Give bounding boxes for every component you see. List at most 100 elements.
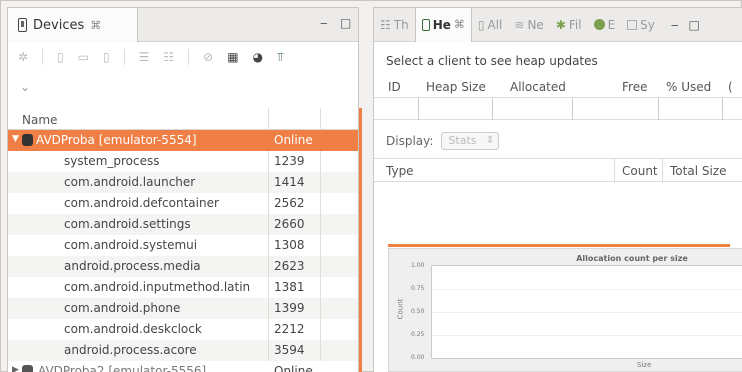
tab-network[interactable]: ≋ Ne <box>508 8 549 42</box>
process-name: android.process.media <box>64 259 201 273</box>
process-row[interactable]: system_process 1239 <box>8 151 358 172</box>
heap-prompt: Select a client to see heap updates <box>386 54 598 68</box>
tab-heap[interactable]: He ⌘ <box>414 7 472 42</box>
process-pid: 3594 <box>274 343 305 357</box>
chart-sash[interactable] <box>388 244 730 247</box>
display-row: Display: Stats <box>386 132 500 150</box>
network-icon: ≋ <box>514 17 525 32</box>
process-pid: 1414 <box>274 175 305 189</box>
device-row[interactable]: ▶ AVDProba2 [emulator-5556] Online <box>8 361 358 372</box>
process-name: system_process <box>64 154 160 168</box>
column-type[interactable]: Type <box>386 164 414 178</box>
tab-close-icon[interactable]: ⌘ <box>90 19 101 32</box>
device-row-selected[interactable]: ▼ AVDProba [emulator-5554] Online <box>8 130 358 151</box>
process-name: android.process.acore <box>64 343 197 357</box>
process-name: com.android.settings <box>64 217 191 231</box>
process-pid: 2660 <box>274 217 305 231</box>
process-row[interactable]: com.android.settings 2660 <box>8 214 358 235</box>
column-id[interactable]: ID <box>388 80 401 94</box>
process-row[interactable]: android.process.acore 3594 <box>8 340 358 361</box>
process-pid: 1399 <box>274 301 305 315</box>
device-status: Online <box>274 364 313 372</box>
sysinfo-icon <box>627 19 638 30</box>
devices-tab[interactable]: Devices ⌘ <box>8 8 138 42</box>
expand-triangle-icon[interactable]: ▶ <box>12 365 19 372</box>
column-total-size[interactable]: Total Size <box>670 164 726 178</box>
process-pid: 2212 <box>274 322 305 336</box>
tab-sysinfo[interactable]: Sy <box>621 8 661 42</box>
process-row[interactable]: com.android.systemui 1308 <box>8 235 358 256</box>
view-menu-icon[interactable]: ⫪ <box>277 50 284 65</box>
emulator-icon <box>22 365 33 372</box>
tab-file-explorer[interactable]: ✱ Fil <box>550 8 588 42</box>
process-pid: 1239 <box>274 154 305 168</box>
process-name: com.android.phone <box>64 301 181 315</box>
start-method-profiling-icon[interactable]: ☷ <box>163 50 174 64</box>
chevron-down-icon[interactable]: ⌄ <box>20 80 30 94</box>
column-name-header[interactable]: Name <box>22 113 57 127</box>
minimize-button[interactable]: ‒ <box>671 18 679 32</box>
process-row[interactable]: com.android.phone 1399 <box>8 298 358 319</box>
process-name: com.android.inputmethod.latin <box>64 280 251 294</box>
heap-icon <box>421 18 430 31</box>
column-more[interactable]: ( <box>728 80 733 94</box>
tab-label: E <box>607 17 616 32</box>
process-name: com.android.defcontainer <box>64 196 219 210</box>
y-tick: 0.00 <box>411 354 425 361</box>
column-free[interactable]: Free <box>622 80 647 94</box>
y-tick: 0.75 <box>411 285 425 292</box>
screen-capture-icon[interactable]: ▦ <box>227 50 238 64</box>
file-explorer-icon: ✱ <box>555 17 566 32</box>
device-icon <box>18 18 27 32</box>
process-pid: 1381 <box>274 280 305 294</box>
tab-close-icon[interactable]: ⌘ <box>454 18 465 31</box>
ddms-window: Devices ⌘ ‒ □ ✲ ▯ ▭ ▯ ☰ ☷ ⊘ ▦ ◕ ⫪ ⌄ Name <box>0 0 742 372</box>
process-row[interactable]: com.android.defcontainer 2562 <box>8 193 358 214</box>
stop-process-icon[interactable]: ⊘ <box>203 50 213 64</box>
process-name: com.android.launcher <box>64 175 196 189</box>
expand-triangle-icon[interactable]: ▼ <box>12 134 19 144</box>
process-row[interactable]: com.android.launcher 1414 <box>8 172 358 193</box>
process-pid: 2623 <box>274 259 305 273</box>
debug-icon[interactable]: ✲ <box>18 50 28 64</box>
update-heap-icon[interactable]: ▯ <box>57 50 64 64</box>
maximize-button[interactable]: □ <box>340 16 351 30</box>
emulator-icon <box>22 134 33 146</box>
devices-view: Devices ⌘ ‒ □ ✲ ▯ ▭ ▯ ☰ ☷ ⊘ ▦ ◕ ⫪ ⌄ Name <box>7 7 362 372</box>
y-tick: 0.50 <box>411 308 425 315</box>
process-name: com.android.systemui <box>64 238 198 252</box>
tab-threads[interactable]: ☷ Th <box>374 8 415 42</box>
column-used[interactable]: % Used <box>666 80 711 94</box>
devices-tab-bar: Devices ⌘ ‒ □ <box>8 8 358 42</box>
tab-allocation[interactable]: ▯ All <box>472 8 509 42</box>
process-row[interactable]: com.android.inputmethod.latin 1381 <box>8 277 358 298</box>
chart-title: Allocation count per size <box>576 254 688 263</box>
tab-emulator[interactable]: E <box>588 8 622 42</box>
update-threads-icon[interactable]: ☰ <box>139 50 150 64</box>
process-row[interactable]: com.android.deskclock 2212 <box>8 319 358 340</box>
tab-label: All <box>487 17 503 32</box>
column-count[interactable]: Count <box>622 164 658 178</box>
pane-sash[interactable] <box>359 108 362 372</box>
minimize-button[interactable]: ‒ <box>320 16 328 30</box>
heap-tab-bar: ☷ Th He ⌘ ▯ All ≋ Ne ✱ Fil E Sy ‒ □ <box>374 7 742 42</box>
cause-gc-icon[interactable]: ▯ <box>103 50 110 64</box>
maximize-button[interactable]: □ <box>689 18 700 32</box>
column-heap-size[interactable]: Heap Size <box>426 80 486 94</box>
heap-view: ☷ Th He ⌘ ▯ All ≋ Ne ✱ Fil E Sy ‒ □ Select a … <box>373 7 742 372</box>
process-name: com.android.deskclock <box>64 322 202 336</box>
dump-hprof-icon[interactable]: ▭ <box>78 50 89 64</box>
display-select[interactable]: Stats <box>441 132 500 150</box>
device-status: Online <box>274 133 313 147</box>
threads-icon: ☷ <box>380 17 391 32</box>
chart-xlabel: Size <box>637 361 652 369</box>
type-table-header: Type Count Total Size <box>374 158 742 183</box>
devices-toolbar: ✲ ▯ ▭ ▯ ☰ ☷ ⊘ ▦ ◕ ⫪ <box>8 42 358 72</box>
device-table-header: Name <box>8 108 358 130</box>
process-row[interactable]: android.process.media 2623 <box>8 256 358 277</box>
heap-table-header: ID Heap Size Allocated Free % Used ( <box>374 76 742 98</box>
tab-label: He <box>432 17 451 32</box>
reset-adb-icon[interactable]: ◕ <box>253 50 263 64</box>
device-name: AVDProba2 [emulator-5556] <box>38 364 207 372</box>
column-allocated[interactable]: Allocated <box>510 80 566 94</box>
